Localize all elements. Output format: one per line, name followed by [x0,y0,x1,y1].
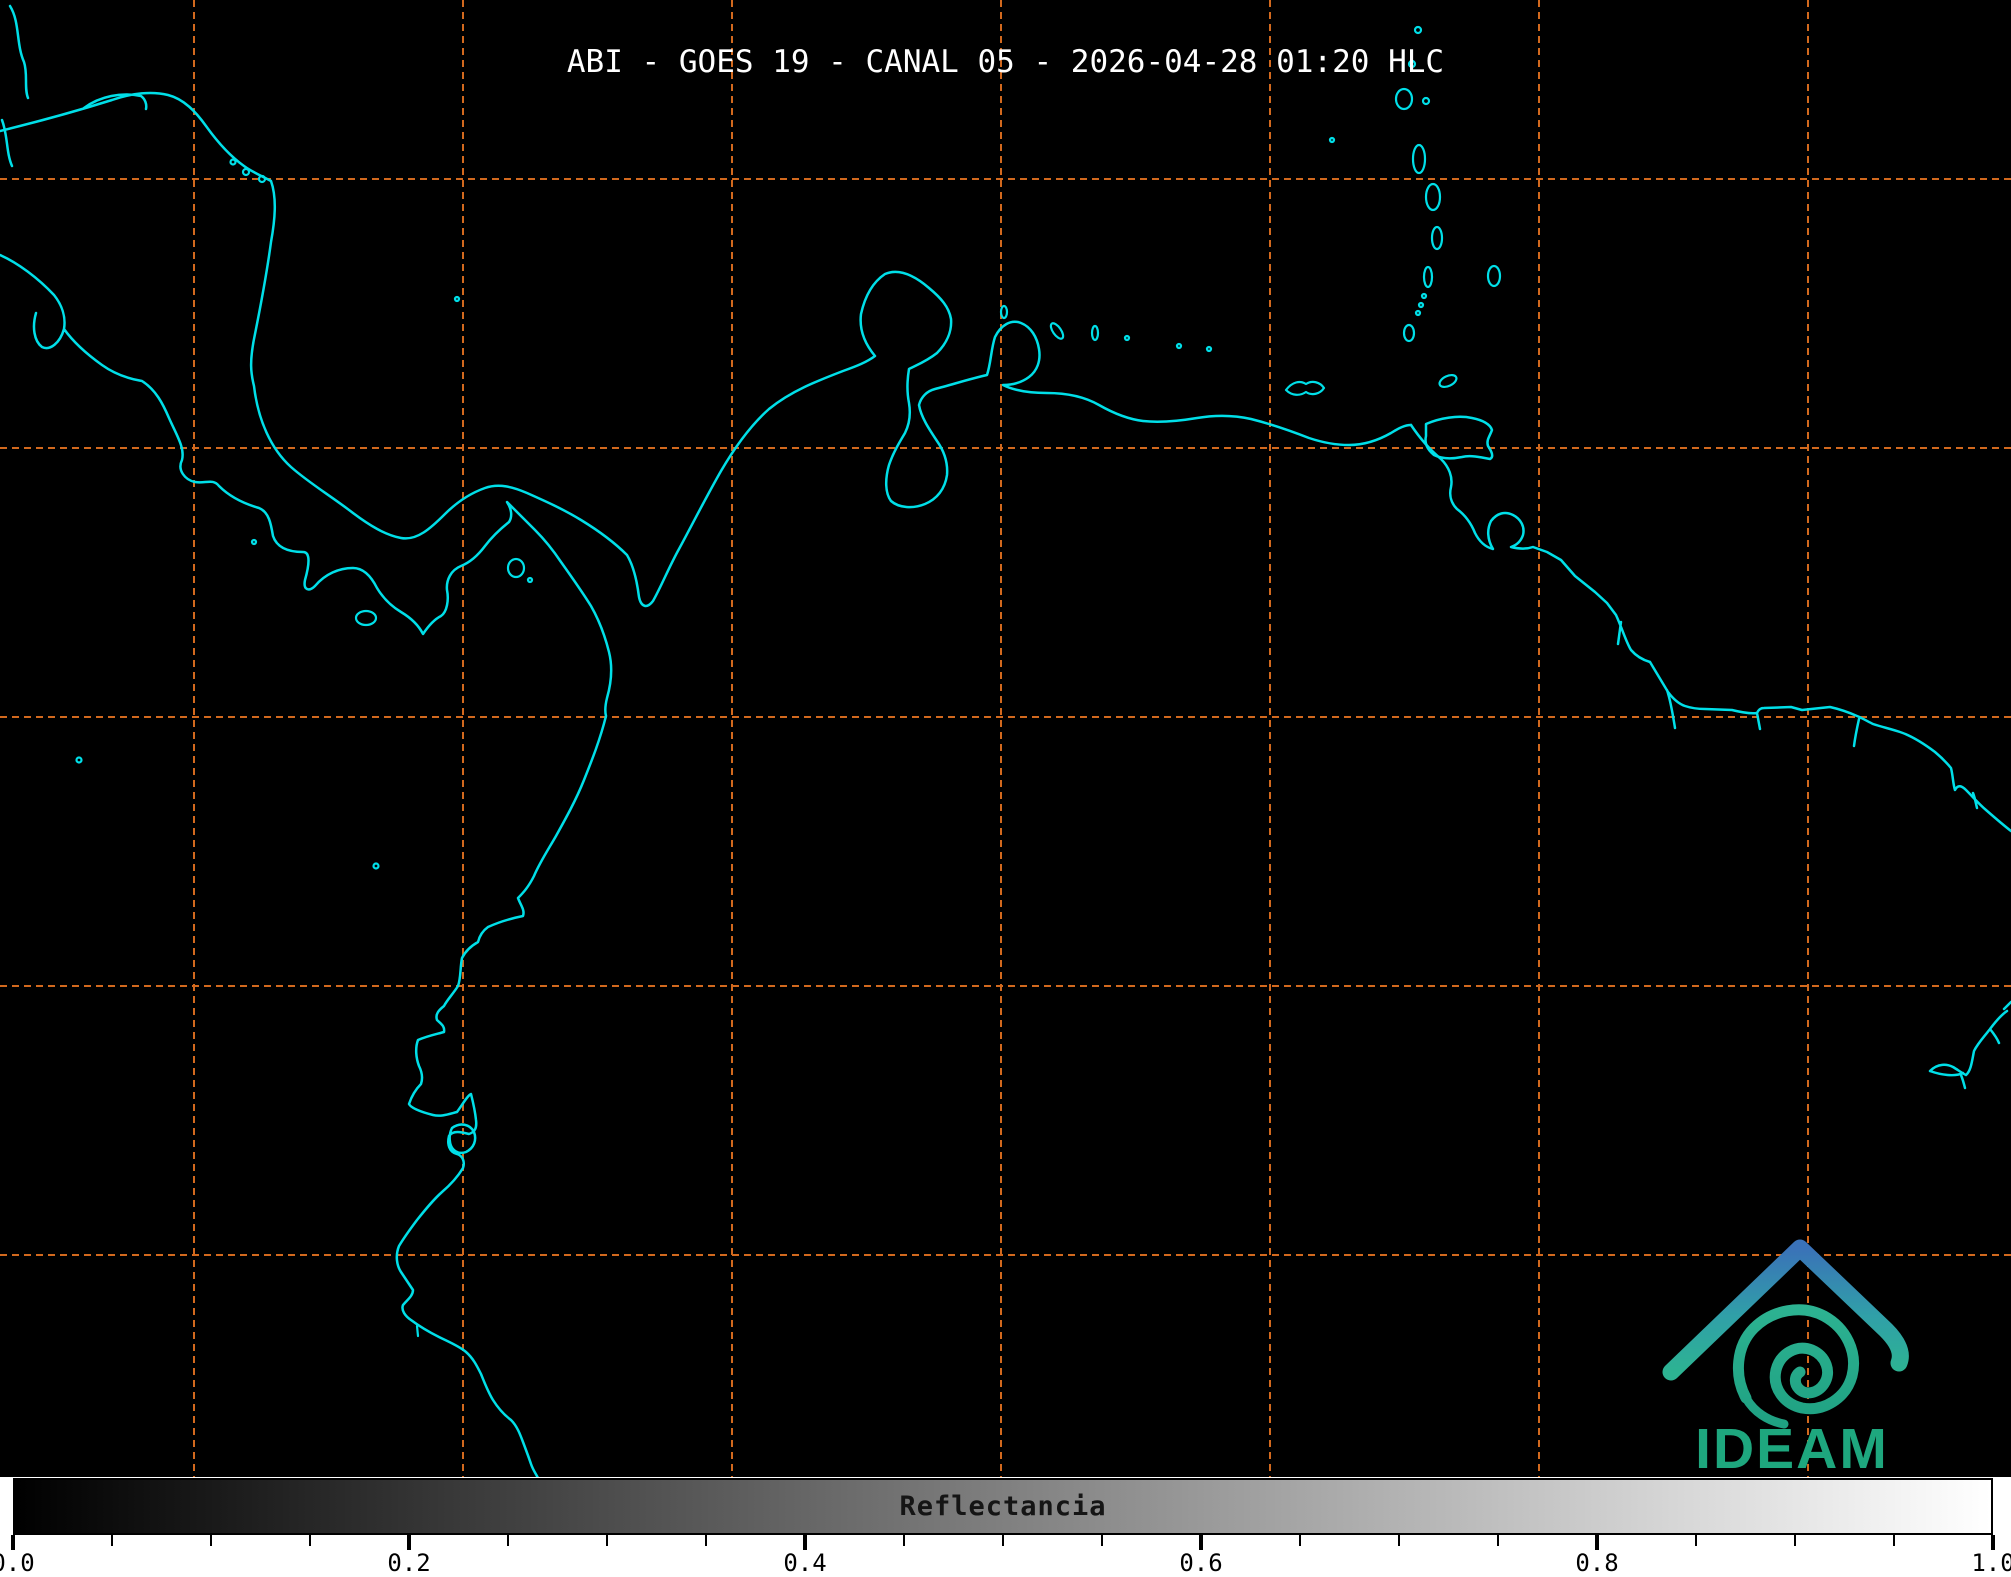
colorbar-major-tick [1199,1535,1203,1550]
coastline-nw-fragments [0,4,148,168]
logo-wordmark: IDEAM [1695,1417,1889,1477]
coastlines [0,4,2011,1477]
colorbar-major-tick [803,1535,807,1550]
antilles-islands [1328,25,1502,389]
colorbar-minor-tick [605,1535,609,1546]
colorbar-footer: Reflectancia 0.0 0.2 0.4 0.6 0.8 1.0 [0,1477,2011,1577]
colorbar-minor-tick [209,1535,213,1546]
colorbar-minor-tick [1892,1535,1896,1546]
colorbar-major-tick [1595,1535,1599,1550]
colorbar-minor-tick [902,1535,906,1546]
colorbar-tick-label: 0.4 [783,1549,827,1577]
colorbar-major-tick [11,1535,15,1550]
colorbar-label: Reflectancia [899,1491,1107,1522]
colorbar-minor-tick [1694,1535,1698,1546]
colorbar-minor-tick [1496,1535,1500,1546]
venezuela-islands [999,304,1326,396]
colorbar-minor-tick [1100,1535,1104,1546]
colorbar-tick-label: 0.8 [1575,1549,1619,1577]
colorbar-minor-tick [506,1535,510,1546]
colorbar-minor-tick [1793,1535,1797,1546]
image-title: ABI - GOES 19 - CANAL 05 - 2026-04-28 01… [566,44,1445,80]
colorbar-minor-tick [1001,1535,1005,1546]
colorbar-minor-tick [1298,1535,1302,1546]
coastline-pacific [0,253,613,1477]
coastline-orinoco-guyana [1409,423,2011,833]
colorbar-major-tick [407,1535,411,1550]
colorbar-minor-tick [704,1535,708,1546]
satellite-map: IDEAM ABI - GOES 19 - CANAL 05 - 2026-04… [0,0,2011,1477]
graticule-grid [0,0,2011,1477]
colorbar: Reflectancia [13,1478,1993,1535]
colorbar-tick-label: 0.6 [1179,1549,1223,1577]
colorbar-major-tick [1991,1535,1995,1550]
colorbar-tick-label: 0.2 [387,1549,431,1577]
logo-spiral-icon [1732,1304,1859,1415]
ideam-logo: IDEAM [1662,1239,1909,1477]
colorbar-tick-label: 0.0 [0,1549,35,1577]
colorbar-minor-tick [110,1535,114,1546]
colorbar-tick-label: 1.0 [1971,1549,2011,1577]
colorbar-minor-tick [1397,1535,1401,1546]
colorbar-minor-tick [308,1535,312,1546]
coastline-amazon-fragment [1928,1000,2011,1090]
coastline-caribbean-mainland [0,91,1413,608]
